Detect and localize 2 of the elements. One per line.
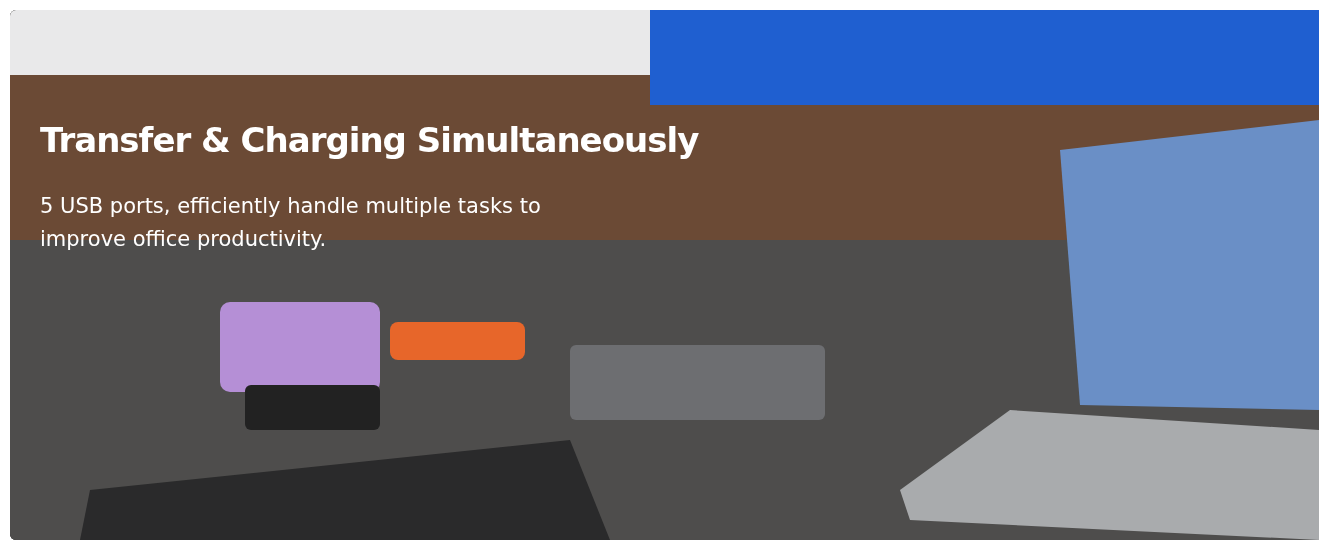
banner-description: 5 USB ports, efficiently handle multiple tasks to improve office productivity. — [40, 193, 542, 253]
banner-heading: Transfer & Charging Simultaneously — [40, 120, 699, 160]
